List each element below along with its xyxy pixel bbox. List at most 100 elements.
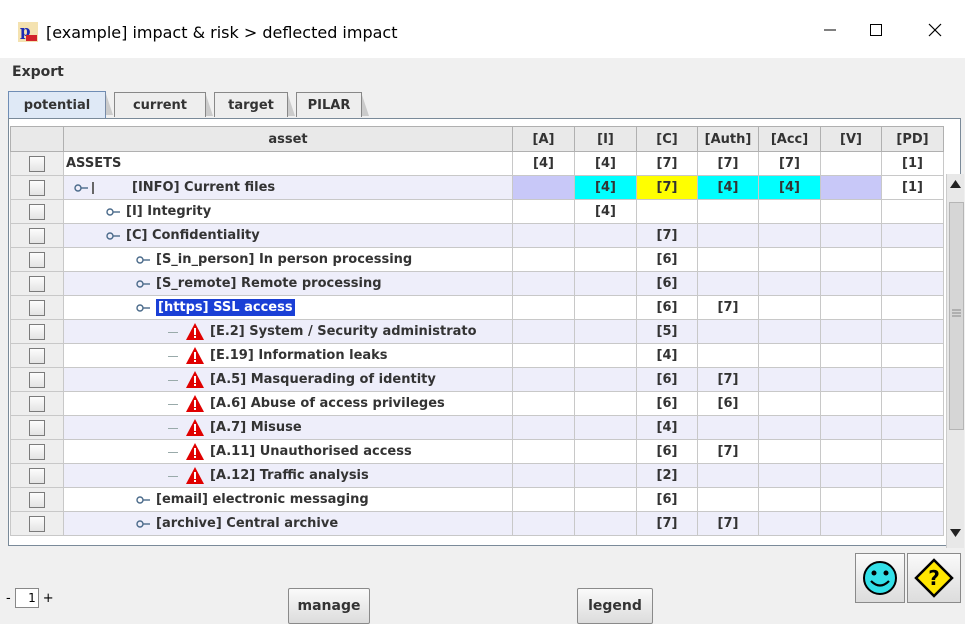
- table-row[interactable]: [E.19] Information leaks [4]: [10, 343, 944, 368]
- tree-node-icon[interactable]: [136, 303, 150, 313]
- value-cell: [7]: [636, 223, 698, 248]
- row-checkbox[interactable]: [29, 323, 45, 340]
- table-row[interactable]: [C] Confidentiality [7]: [10, 223, 944, 248]
- column-header-c[interactable]: [C]: [636, 126, 698, 152]
- table-row[interactable]: [archive] Central archive [7] [7]: [10, 511, 944, 536]
- asset-cell[interactable]: ASSETS: [63, 151, 513, 176]
- maximize-button[interactable]: [853, 10, 899, 50]
- value-cell: [697, 415, 759, 440]
- table-row[interactable]: ASSETS [4] [4] [7] [7] [7] [1]: [10, 151, 944, 176]
- asset-cell[interactable]: [A.5] Masquerading of identity: [63, 367, 513, 392]
- row-checkbox[interactable]: [29, 467, 45, 484]
- asset-label: [E.19] Information leaks: [210, 348, 388, 363]
- column-header-pd[interactable]: [PD]: [881, 126, 944, 152]
- asset-cell[interactable]: [S_in_person] In person processing: [63, 247, 513, 272]
- scrollbar-thumb[interactable]: [949, 202, 964, 430]
- tab-potential[interactable]: potential: [8, 91, 113, 118]
- value-cell: [574, 319, 637, 344]
- tree-node-icon[interactable]: [136, 495, 150, 505]
- scroll-up-icon[interactable]: [950, 180, 961, 188]
- row-checkbox[interactable]: [29, 299, 45, 316]
- help-button[interactable]: ?: [907, 553, 961, 603]
- column-header-a[interactable]: [A]: [512, 126, 575, 152]
- row-select-cell: [10, 223, 64, 248]
- asset-cell[interactable]: [S_remote] Remote processing: [63, 271, 513, 296]
- asset-cell[interactable]: [A.11] Unauthorised access: [63, 439, 513, 464]
- column-header-asset[interactable]: asset: [63, 126, 513, 152]
- row-checkbox[interactable]: [29, 395, 45, 412]
- value-cell: [5]: [636, 319, 698, 344]
- table-row[interactable]: [A.5] Masquerading of identity [6] [7]: [10, 367, 944, 392]
- asset-cell[interactable]: [E.2] System / Security administrato: [63, 319, 513, 344]
- asset-cell[interactable]: [I] Integrity: [63, 199, 513, 224]
- manage-button[interactable]: manage: [288, 588, 370, 624]
- row-checkbox[interactable]: [29, 371, 45, 388]
- table-row[interactable]: [A.12] Traffic analysis [2]: [10, 463, 944, 488]
- table-row[interactable]: [A.7] Misuse [4]: [10, 415, 944, 440]
- table-row[interactable]: [https] SSL access [6] [7]: [10, 295, 944, 320]
- asset-cell[interactable]: [E.19] Information leaks: [63, 343, 513, 368]
- row-checkbox[interactable]: [29, 419, 45, 436]
- asset-cell[interactable]: [C] Confidentiality: [63, 223, 513, 248]
- table-row[interactable]: [E.2] System / Security administrato [5]: [10, 319, 944, 344]
- asset-label: [A.6] Abuse of access privileges: [210, 396, 445, 411]
- tab-pilar[interactable]: PILAR: [296, 92, 369, 117]
- column-header-acc[interactable]: [Acc]: [758, 126, 821, 152]
- value-cell: [758, 343, 821, 368]
- asset-cell[interactable]: [https] SSL access: [63, 295, 513, 320]
- tree-node-icon[interactable]: [136, 519, 150, 529]
- tree-node-icon[interactable]: [136, 279, 150, 289]
- value-cell: [1]: [881, 175, 944, 200]
- row-checkbox[interactable]: [29, 491, 45, 508]
- value-cell: [697, 343, 759, 368]
- pager-plus-button[interactable]: +: [43, 591, 54, 606]
- tree-node-icon[interactable]: [74, 183, 88, 193]
- row-select-cell: [10, 391, 64, 416]
- page-number-field[interactable]: 1: [14, 588, 39, 608]
- asset-cell[interactable]: [INFO] Current files: [63, 175, 513, 200]
- vertical-scrollbar[interactable]: [946, 174, 964, 550]
- scroll-down-icon[interactable]: [950, 529, 961, 537]
- table-row[interactable]: [A.11] Unauthorised access [6] [7]: [10, 439, 944, 464]
- value-cell: [574, 367, 637, 392]
- row-checkbox[interactable]: [29, 515, 45, 532]
- asset-cell[interactable]: [email] electronic messaging: [63, 487, 513, 512]
- table-row[interactable]: [A.6] Abuse of access privileges [6] [6]: [10, 391, 944, 416]
- column-header-v[interactable]: [V]: [820, 126, 882, 152]
- column-header-auth[interactable]: [Auth]: [697, 126, 759, 152]
- row-checkbox[interactable]: [29, 347, 45, 364]
- row-checkbox[interactable]: [29, 179, 45, 196]
- menu-export[interactable]: Export: [12, 64, 64, 80]
- row-checkbox[interactable]: [29, 203, 45, 220]
- tree-node-icon[interactable]: [106, 231, 120, 241]
- asset-cell[interactable]: [A.12] Traffic analysis: [63, 463, 513, 488]
- tab-current[interactable]: current: [114, 92, 213, 117]
- asset-cell[interactable]: [A.6] Abuse of access privileges: [63, 391, 513, 416]
- row-checkbox[interactable]: [29, 275, 45, 292]
- column-header-i[interactable]: [I]: [574, 126, 637, 152]
- row-checkbox[interactable]: [29, 443, 45, 460]
- tree-node-icon[interactable]: [106, 207, 120, 217]
- asset-cell[interactable]: [archive] Central archive: [63, 511, 513, 536]
- row-checkbox[interactable]: [29, 251, 45, 268]
- close-button[interactable]: [912, 10, 958, 50]
- table-row[interactable]: [S_in_person] In person processing [6]: [10, 247, 944, 272]
- table-row[interactable]: [INFO] Current files [4] [7] [4] [4] [1]: [10, 175, 944, 200]
- minimize-button[interactable]: [807, 10, 853, 50]
- tree-branch-line: [92, 182, 94, 194]
- legend-button[interactable]: legend: [577, 588, 653, 624]
- tab-target[interactable]: target: [214, 92, 295, 117]
- value-cell: [881, 367, 944, 392]
- row-checkbox[interactable]: [29, 227, 45, 244]
- value-cell: [881, 271, 944, 296]
- table-row[interactable]: [I] Integrity [4]: [10, 199, 944, 224]
- table-row[interactable]: [email] electronic messaging [6]: [10, 487, 944, 512]
- tree-node-icon[interactable]: [136, 255, 150, 265]
- value-cell: [1]: [881, 151, 944, 176]
- asset-label: [A.5] Masquerading of identity: [210, 372, 436, 387]
- row-checkbox[interactable]: [29, 155, 45, 172]
- table-row[interactable]: [S_remote] Remote processing [6]: [10, 271, 944, 296]
- asset-cell[interactable]: [A.7] Misuse: [63, 415, 513, 440]
- smiley-button[interactable]: [855, 553, 905, 603]
- pager-minus-button[interactable]: -: [6, 591, 11, 606]
